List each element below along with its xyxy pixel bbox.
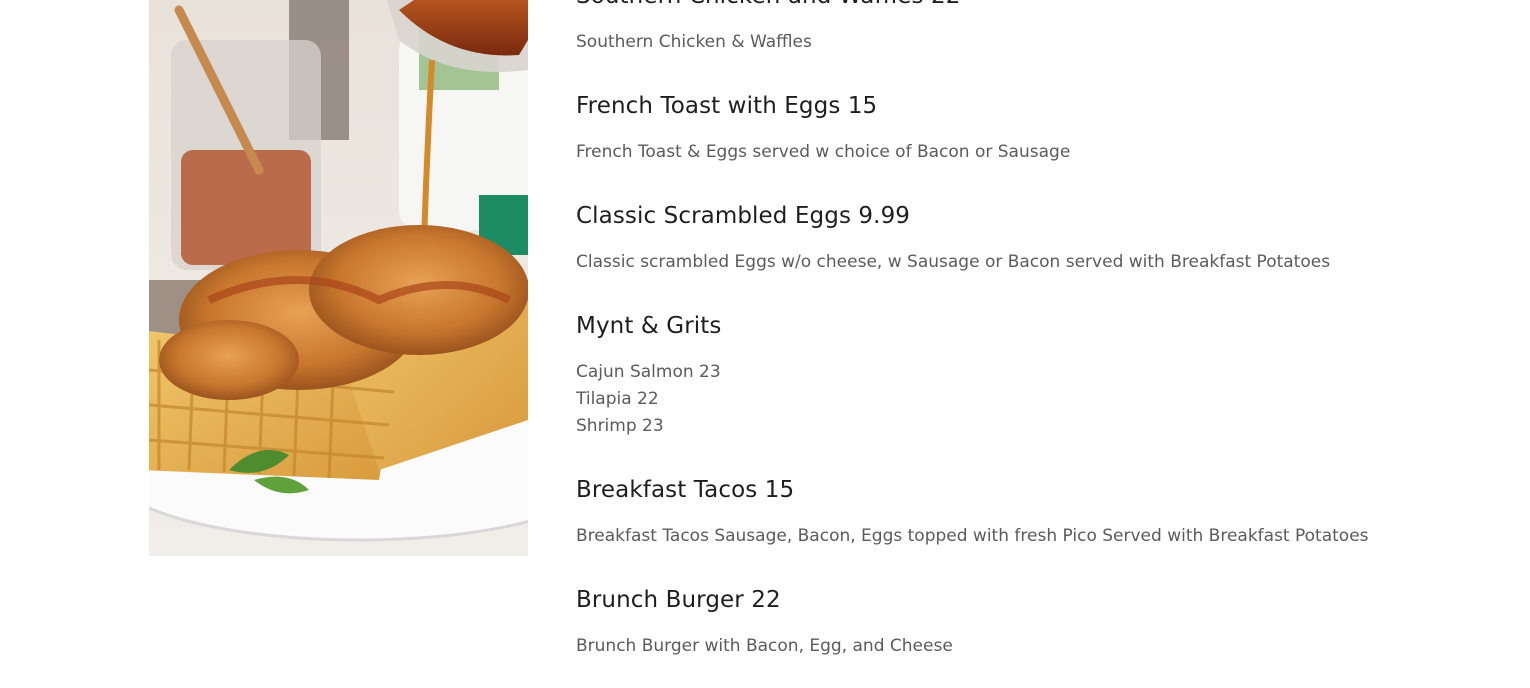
menu-item-description: Classic scrambled Eggs w/o cheese, w Sau… bbox=[576, 249, 1476, 276]
menu-item-title: Classic Scrambled Eggs 9.99 bbox=[576, 203, 911, 229]
menu-item-brunch-burger: Brunch Burger 22 Brunch Burger with Baco… bbox=[576, 584, 1476, 660]
menu-item-line: Brunch Burger with Bacon, Egg, and Chees… bbox=[576, 636, 953, 656]
menu-item-line: Shrimp 23 bbox=[576, 416, 664, 436]
menu-item-french-toast: French Toast with Eggs 15 French Toast &… bbox=[576, 90, 1476, 166]
menu-item-title: Southern Chicken and Waffles 22 bbox=[576, 0, 1476, 12]
menu-item-breakfast-tacos: Breakfast Tacos 15 Breakfast Tacos Sausa… bbox=[576, 474, 1476, 550]
menu-item-mynt-grits: Mynt & Grits Cajun Salmon 23 Tilapia 22 … bbox=[576, 310, 1476, 440]
menu-item-title: French Toast with Eggs 15 bbox=[576, 93, 878, 119]
menu-item-line: Southern Chicken & Waffles bbox=[576, 32, 812, 52]
menu-item-description: French Toast & Eggs served w choice of B… bbox=[576, 139, 1476, 166]
menu-list: Southern Chicken and Waffles 22 Southern… bbox=[576, 0, 1476, 660]
menu-page: Southern Chicken and Waffles 22 Southern… bbox=[0, 0, 1530, 688]
menu-item-description: Southern Chicken & Waffles bbox=[576, 29, 1476, 56]
menu-item-line: French Toast & Eggs served w choice of B… bbox=[576, 142, 1071, 162]
chicken-waffles-photo bbox=[149, 0, 528, 556]
menu-item-line: Cajun Salmon 23 bbox=[576, 362, 721, 382]
menu-item-line: Classic scrambled Eggs w/o cheese, w Sau… bbox=[576, 252, 1331, 272]
menu-item-line: Breakfast Tacos Sausage, Bacon, Eggs top… bbox=[576, 526, 1369, 546]
menu-item-title: Mynt & Grits bbox=[576, 313, 722, 339]
menu-item-scrambled-eggs: Classic Scrambled Eggs 9.99 Classic scra… bbox=[576, 200, 1476, 276]
menu-item-chicken-waffles: Southern Chicken and Waffles 22 Southern… bbox=[576, 0, 1476, 56]
menu-item-title: Breakfast Tacos 15 bbox=[576, 477, 795, 503]
menu-item-line: Tilapia 22 bbox=[576, 389, 659, 409]
menu-item-description: Brunch Burger with Bacon, Egg, and Chees… bbox=[576, 633, 1476, 660]
menu-item-title: Brunch Burger 22 bbox=[576, 587, 781, 613]
menu-item-description: Breakfast Tacos Sausage, Bacon, Eggs top… bbox=[576, 523, 1476, 550]
menu-item-description: Cajun Salmon 23 Tilapia 22 Shrimp 23 bbox=[576, 359, 1476, 440]
